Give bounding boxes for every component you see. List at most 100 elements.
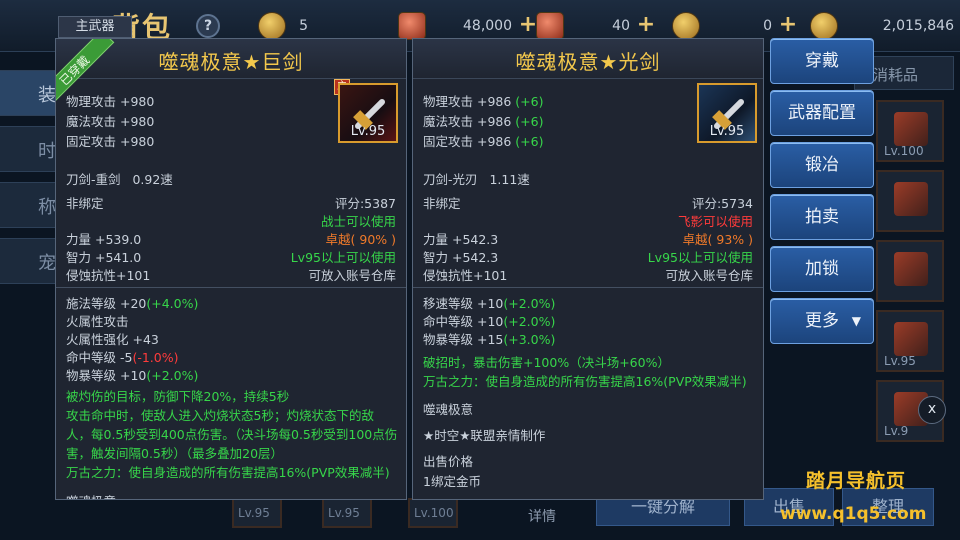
score: 评分:5734 <box>691 196 753 211</box>
inventory-slot[interactable] <box>876 170 944 232</box>
item-icon <box>894 252 928 286</box>
extra-stat: 物暴等级 +15(+3.0%) <box>423 332 556 347</box>
grade: 卓越( 93% ) <box>682 232 753 247</box>
weapon-level: Lv.95 <box>350 124 386 139</box>
dropdown-triangle-icon: ▼ <box>851 314 861 328</box>
tab-equipment[interactable]: 装 <box>0 70 56 116</box>
level-requirement: Lv95以上可以使用 <box>290 250 396 265</box>
tooltip-header: 噬魂极意★光剑 <box>413 39 763 79</box>
weapon-config-button[interactable]: 武器配置 <box>770 90 874 136</box>
extra-stat: 物暴等级 +10(+2.0%) <box>66 368 199 383</box>
weapon-name: 噬魂极意★巨剑 <box>158 50 304 74</box>
watermark-url: www.q1q5.com <box>780 504 927 524</box>
extra-stat: 火属性强化 +43 <box>66 332 159 347</box>
stat-magic-attack: 魔法攻击 +986 (+6) <box>423 114 544 129</box>
attr-strength: 力量 +542.3 <box>423 232 499 247</box>
weapon-type: 刀剑-重剑 0.92速 <box>66 172 173 187</box>
stat-fixed-attack: 固定攻击 +986 (+6) <box>423 134 544 149</box>
sell-price-label: 出售价格 <box>423 454 474 469</box>
silver-coin-icon <box>258 12 286 40</box>
currency-value: 0 <box>763 18 772 34</box>
currency-gold[interactable]: 0 + <box>672 12 798 40</box>
item-level: Lv.95 <box>328 506 360 520</box>
bind-status: 非绑定 <box>423 196 461 211</box>
attr-erosion-resist: 侵蚀抗性+101 <box>423 268 508 283</box>
inventory-slot[interactable] <box>876 240 944 302</box>
currency-ticket[interactable]: 40 + <box>536 12 656 40</box>
stat-fixed-attack: 固定攻击 +980 <box>66 134 155 149</box>
item-icon <box>894 112 928 146</box>
weapon-name: 噬魂极意★光剑 <box>515 50 661 74</box>
tab-pet[interactable]: 宠 <box>0 238 56 284</box>
inventory-slot[interactable]: Lv.95 <box>232 498 282 528</box>
class-requirement: 飞影可以使用 <box>677 214 753 229</box>
detail-label[interactable]: 详情 <box>528 506 556 526</box>
tab-fashion[interactable]: 时 <box>0 126 56 172</box>
currency-ingot[interactable]: 2,015,846 <box>810 12 960 40</box>
item-icon <box>894 182 928 216</box>
extra-stat: 移速等级 +10(+2.0%) <box>423 296 556 311</box>
inventory-slot[interactable]: Lv.95 <box>322 498 372 528</box>
set-name: 噬魂极意 <box>423 402 474 417</box>
left-tabs: 装 时 称 宠 <box>0 70 56 294</box>
greatsword-icon: Lv.95 <box>338 83 398 143</box>
set-name: 噬魂极意 <box>66 491 116 499</box>
attr-strength: 力量 +539.0 <box>66 232 142 247</box>
inventory-slot[interactable]: Lv.100 <box>408 498 458 528</box>
forge-button[interactable]: 锻冶 <box>770 142 874 188</box>
inventory-slot[interactable]: Lv.95 <box>876 310 944 372</box>
auction-button[interactable]: 拍卖 <box>770 194 874 240</box>
stat-physical-attack: 物理攻击 +986 (+6) <box>423 94 544 109</box>
more-button[interactable]: 更多 ▼ <box>770 298 874 344</box>
attr-intelligence: 智力 +541.0 <box>66 250 142 265</box>
grade: 卓越( 90% ) <box>325 232 396 247</box>
currency-value: 40 <box>612 18 630 34</box>
add-currency-button[interactable]: + <box>636 13 656 37</box>
extra-stat: 火属性攻击 <box>66 314 129 329</box>
currency-value: 5 <box>299 18 308 34</box>
close-icon[interactable]: x <box>918 396 946 424</box>
bind-status: 非绑定 <box>66 196 104 211</box>
currency-giftbox[interactable]: 48,000 + <box>398 12 538 40</box>
help-icon[interactable]: ? <box>196 14 220 38</box>
effect-description: 破招时，暴击伤害+100%（决斗场+60%） 万古之力：使自身造成的所有伤害提高… <box>423 355 747 389</box>
wear-button[interactable]: 穿戴 <box>770 38 874 84</box>
item-icon <box>894 322 928 356</box>
weapon-type: 刀剑-光刃 1.11速 <box>423 172 530 187</box>
item-level: Lv.100 <box>884 144 924 158</box>
attr-intelligence: 智力 +542.3 <box>423 250 499 265</box>
level-requirement: Lv95以上可以使用 <box>647 250 753 265</box>
lock-button[interactable]: 加锁 <box>770 246 874 292</box>
effect-description: 被灼伤的目标，防御下降20%，持续5秒 攻击命中时，使敌人进入灼烧状态5秒；灼烧… <box>66 389 398 480</box>
watermark-title: 踏月导航页 <box>806 470 907 492</box>
storage-info: 可放入账号仓库 <box>665 268 753 283</box>
attr-erosion-resist: 侵蚀抗性+101 <box>66 268 151 283</box>
item-level: Lv.100 <box>414 506 454 520</box>
extra-stat: 命中等级 -5(-1.0%) <box>66 350 179 365</box>
tab-title[interactable]: 称 <box>0 182 56 228</box>
divider <box>413 287 763 288</box>
maker-info: ★时空★联盟亲情制作 <box>423 428 546 443</box>
lightsword-icon: Lv.95 <box>697 83 757 143</box>
main-weapon-tag: 主武器 <box>58 16 132 38</box>
currency-value: 48,000 <box>463 18 512 34</box>
stat-magic-attack: 魔法攻击 +980 <box>66 114 155 129</box>
item-level: Lv.95 <box>884 354 916 368</box>
equipped-weapon-tooltip: 噬魂极意★巨剑 已穿戴 主 Lv.95 物理攻击 +980 魔法攻击 +980 … <box>55 38 407 500</box>
item-level: Lv.95 <box>238 506 270 520</box>
class-requirement: 战士可以使用 <box>320 214 396 229</box>
gift-box-icon <box>398 12 426 40</box>
compare-weapon-tooltip: 噬魂极意★光剑 Lv.95 物理攻击 +986 (+6) 魔法攻击 +986 (… <box>412 38 764 500</box>
weapon-level: Lv.95 <box>709 124 745 139</box>
add-currency-button[interactable]: + <box>518 13 538 37</box>
red-ticket-icon <box>536 12 564 40</box>
more-label: 更多 <box>805 311 839 331</box>
inventory-slot[interactable]: Lv.100 <box>876 100 944 162</box>
score: 评分:5387 <box>334 196 396 211</box>
gold-coin-icon <box>672 12 700 40</box>
currency-silver[interactable]: 5 <box>258 12 334 40</box>
extra-stat: 命中等级 +10(+2.0%) <box>423 314 556 329</box>
extra-stat: 施法等级 +20(+4.0%) <box>66 296 199 311</box>
stat-physical-attack: 物理攻击 +980 <box>66 94 155 109</box>
add-currency-button[interactable]: + <box>778 13 798 37</box>
